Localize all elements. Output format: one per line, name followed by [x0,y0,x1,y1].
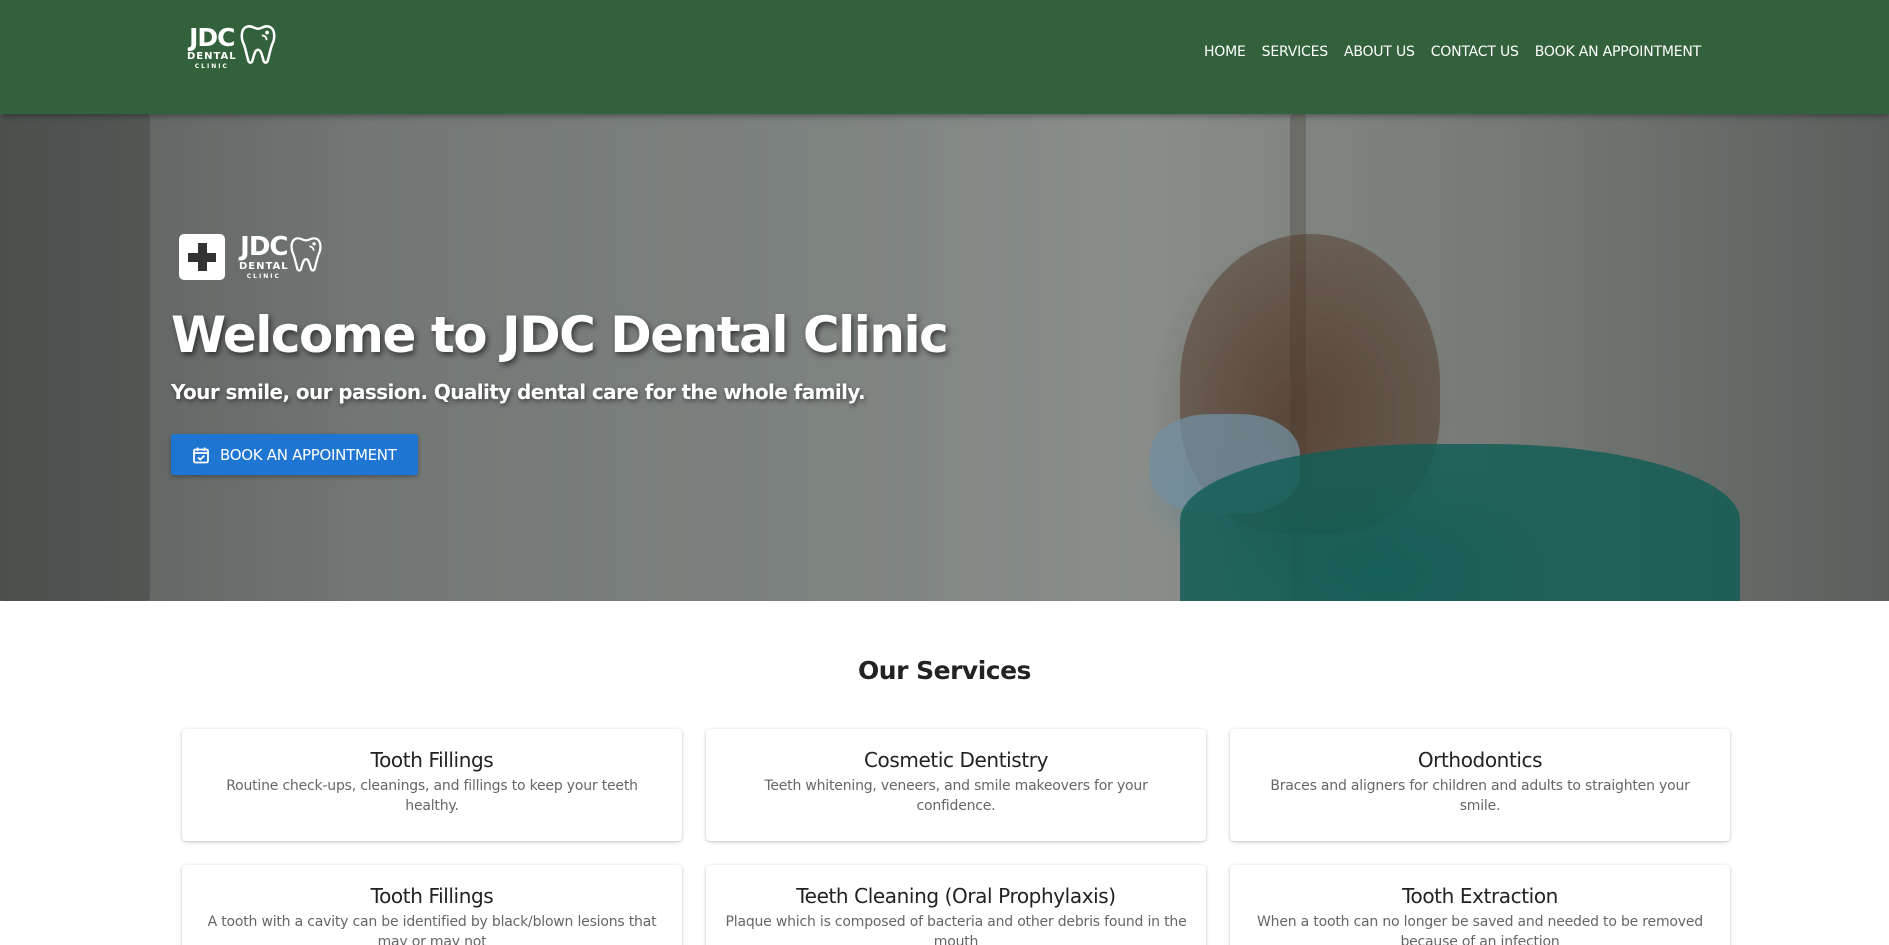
hero-logo-row: JDC DENTAL CLINIC [171,234,947,280]
service-description: A tooth with a cavity can be identified … [207,914,657,945]
nav-services[interactable]: SERVICES [1254,44,1336,60]
service-card[interactable]: Teeth Cleaning (Oral Prophylaxis) Plaque… [706,865,1206,945]
logo-clinic: CLINIC [194,63,229,70]
service-name: Teeth Cleaning (Oral Prophylaxis) [796,884,1116,908]
services-heading: Our Services [858,656,1031,685]
logo-clinic: CLINIC [246,273,281,280]
service-card[interactable]: Tooth Fillings A tooth with a cavity can… [182,865,682,945]
nav-home[interactable]: HOME [1196,44,1254,60]
service-description: Teeth whitening, veneers, and smile make… [764,778,1148,814]
tooth-icon [290,237,322,272]
service-card[interactable]: Orthodontics Braces and aligners for chi… [1230,729,1730,841]
logo-text: JDC DENTAL CLINIC [187,25,237,70]
nav-book-appointment[interactable]: BOOK AN APPOINTMENT [1527,44,1709,60]
site-header: JDC DENTAL CLINIC HOME SERVICES ABOUT US… [0,0,1889,114]
service-card[interactable]: Cosmetic Dentistry Teeth whitening, vene… [706,729,1206,841]
service-card[interactable]: Tooth Extraction When a tooth can no lon… [1230,865,1730,945]
services-grid: Tooth Fillings Routine check-ups, cleani… [182,729,1730,945]
service-description: Braces and aligners for children and adu… [1270,778,1690,814]
hero-subtitle: Your smile, our passion. Quality dental … [171,380,866,404]
hero-logo: JDC DENTAL CLINIC [239,234,323,280]
book-appointment-label: BOOK AN APPOINTMENT [220,445,397,464]
service-description: Routine check-ups, cleanings, and fillin… [226,778,638,814]
hero-title: Welcome to JDC Dental Clinic [171,306,949,364]
logo-dental: DENTAL [239,261,289,272]
service-name: Tooth Fillings [370,884,494,908]
logo-text: JDC DENTAL CLINIC [239,234,289,280]
medical-cross-icon [179,234,225,280]
service-name: Tooth Fillings [370,748,494,772]
logo-jdc: JDC [189,23,235,52]
service-card[interactable]: Tooth Fillings Routine check-ups, cleani… [182,729,682,841]
tooth-icon [240,25,276,64]
main-nav: HOME SERVICES ABOUT US CONTACT US BOOK A… [1196,44,1709,60]
service-description: Plaque which is composed of bacteria and… [725,914,1187,945]
service-name: Tooth Extraction [1402,884,1558,908]
nav-about-us[interactable]: ABOUT US [1336,44,1423,60]
nav-contact-us[interactable]: CONTACT US [1423,44,1527,60]
calendar-check-icon [193,447,209,463]
service-description: When a tooth can no longer be saved and … [1257,914,1703,945]
hero-content: JDC DENTAL CLINIC Welcome to JDC Dental … [171,234,949,475]
service-name: Orthodontics [1417,748,1543,772]
header-logo[interactable]: JDC DENTAL CLINIC [187,25,278,70]
service-name: Cosmetic Dentistry [863,748,1049,772]
logo-dental: DENTAL [187,51,237,62]
book-appointment-button[interactable]: BOOK AN APPOINTMENT [171,434,418,475]
hero-section: JDC DENTAL CLINIC Welcome to JDC Dental … [0,114,1889,601]
logo-jdc: JDC [240,232,288,262]
